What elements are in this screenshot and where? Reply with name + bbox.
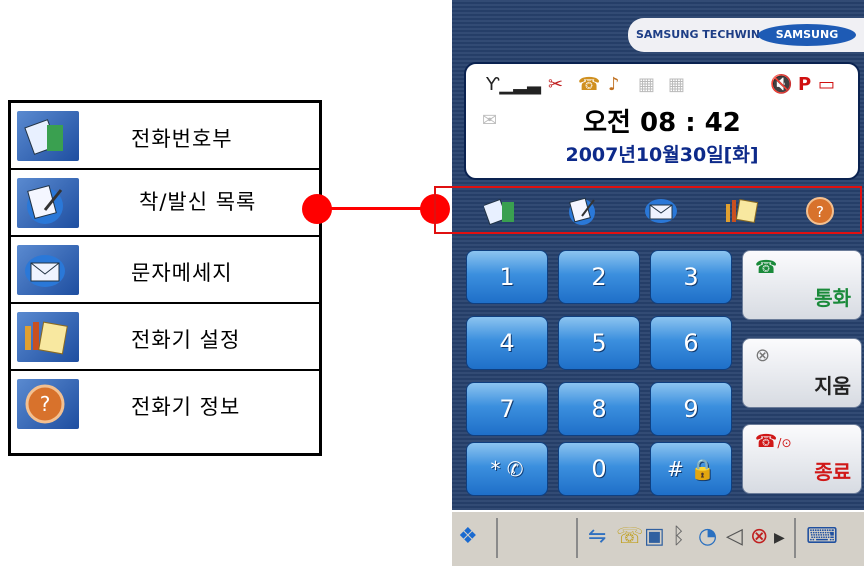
taskbar-separator: [496, 518, 498, 558]
end-label: 종료: [814, 460, 851, 484]
clear-label: 지움: [814, 374, 851, 398]
toolbar-settings-icon[interactable]: [724, 196, 760, 226]
legend-row-phonebook: 전화번호부: [11, 103, 319, 170]
svg-text:?: ?: [816, 203, 824, 221]
sync-tray-icon[interactable]: ◔: [698, 524, 717, 549]
legend-label-info: 전화기 정보: [131, 395, 241, 419]
key-3[interactable]: 3: [650, 250, 732, 304]
end-button[interactable]: ☎/⊙ 종료: [742, 424, 862, 494]
key-1[interactable]: 1: [466, 250, 548, 304]
call-button[interactable]: ☎ 통화: [742, 250, 862, 320]
mute-icon: 🔇: [770, 74, 793, 95]
key-6[interactable]: 6: [650, 316, 732, 370]
missed-call-icon: ✂: [548, 74, 564, 95]
signal-icon: Ƴ▁▂▃: [486, 74, 541, 95]
arrow-tray-icon[interactable]: ▶: [774, 530, 785, 546]
keyboard-tray-icon[interactable]: ⌨: [806, 524, 838, 549]
legend-label-message: 문자메세지: [131, 261, 233, 285]
legend-label-call-log: 착/발신 목록: [139, 190, 257, 214]
brand-logo: SAMSUNG: [758, 24, 856, 46]
network-tray-icon[interactable]: ⇋: [588, 524, 606, 549]
clock: 오전 08 : 42: [583, 108, 741, 138]
brand-text: SAMSUNG TECHWIN: [636, 28, 761, 41]
clear-button[interactable]: ⊗ 지움: [742, 338, 862, 408]
taskbar-separator: [794, 518, 796, 558]
brand-bar: SAMSUNG TECHWIN SAMSUNG: [628, 18, 864, 52]
settings-icon: [17, 312, 79, 362]
key-7[interactable]: 7: [466, 382, 548, 436]
legend-row-call-log: 착/발신 목록: [11, 170, 319, 237]
legend-label-settings: 전화기 설정: [131, 328, 241, 352]
date: 2007년10월30일[화]: [565, 144, 759, 166]
toolbar-info-icon[interactable]: ?: [804, 196, 840, 226]
call-handset-icon: ☎: [755, 257, 778, 278]
end-prefix: /⊙: [777, 436, 792, 450]
volume-tray-icon[interactable]: ◁: [726, 524, 743, 549]
key-9[interactable]: 9: [650, 382, 732, 436]
legend-label-phonebook: 전화번호부: [131, 127, 233, 151]
network-icon: ▦: [638, 74, 656, 95]
info-icon: ?: [17, 379, 79, 429]
taskbar: ❖ ⇋ ☏ ▣ ᛒ ◔ ◁ ⊗ ▶ ⌨: [452, 510, 864, 566]
key-hash[interactable]: # 🔒: [650, 442, 732, 496]
phone-screen: SAMSUNG TECHWIN SAMSUNG Ƴ▁▂▃ ✂ ☎ ♪ ▦ ▦ 🔇…: [452, 0, 864, 510]
connector-line: [318, 207, 434, 210]
phone-tray-icon[interactable]: ☏: [616, 524, 644, 549]
toolbar-message-icon[interactable]: [644, 196, 680, 226]
music-icon: ♪: [608, 74, 620, 95]
message-icon: [17, 245, 79, 295]
phonebook-icon: [17, 111, 79, 161]
app-tray-icon[interactable]: ▣: [644, 524, 665, 549]
connection-tray-icon[interactable]: ⊗: [750, 524, 768, 549]
key-2[interactable]: 2: [558, 250, 640, 304]
key-8[interactable]: 8: [558, 382, 640, 436]
legend-row-message: 문자메세지: [11, 237, 319, 304]
battery-icon: ▭: [818, 74, 836, 95]
toolbar-phonebook-icon[interactable]: [482, 196, 520, 226]
phone-ring-icon: ☎: [578, 74, 601, 95]
toolbar-call-log-icon[interactable]: [566, 196, 602, 226]
network2-icon: ▦: [668, 74, 686, 95]
taskbar-separator: [576, 518, 578, 558]
end-handset-icon: ☎/⊙: [755, 431, 792, 452]
svg-text:?: ?: [40, 392, 51, 416]
legend-row-settings: 전화기 설정: [11, 304, 319, 371]
key-5[interactable]: 5: [558, 316, 640, 370]
p-icon: P: [798, 74, 812, 95]
legend-row-info: ? 전화기 정보: [11, 371, 319, 438]
call-label: 통화: [814, 286, 851, 310]
connector-dot-left: [302, 194, 332, 224]
clear-icon: ⊗: [755, 345, 771, 366]
bluetooth-tray-icon[interactable]: ᛒ: [672, 524, 685, 549]
call-log-icon: [17, 178, 79, 228]
key-star[interactable]: * ✆: [466, 442, 548, 496]
menu-legend: 전화번호부 착/발신 목록 문자메세지 전화기 설정 ? 전화기 정보: [8, 100, 322, 456]
status-icons: Ƴ▁▂▃ ✂ ☎ ♪ ▦ ▦ 🔇 P ▭: [486, 74, 846, 98]
key-0[interactable]: 0: [558, 442, 640, 496]
status-panel: Ƴ▁▂▃ ✂ ☎ ♪ ▦ ▦ 🔇 P ▭ ✉ 오전 08 : 42 2007년1…: [464, 62, 860, 180]
key-4[interactable]: 4: [466, 316, 548, 370]
windows-start-icon[interactable]: ❖: [458, 524, 478, 549]
